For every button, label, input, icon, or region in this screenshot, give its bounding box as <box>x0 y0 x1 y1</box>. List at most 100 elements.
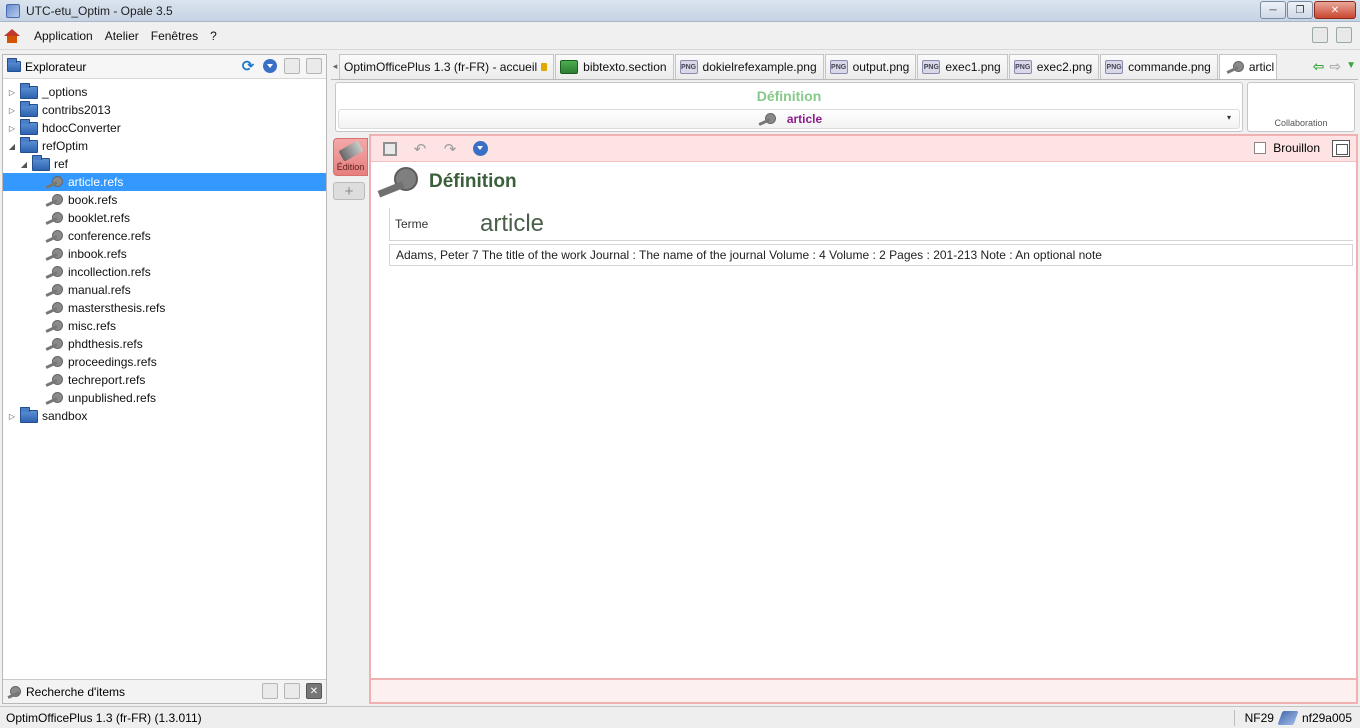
tab-exec1-png[interactable]: PNG exec1.png <box>917 54 1008 79</box>
pencil-icon <box>337 140 364 162</box>
redo-icon[interactable]: ↷ <box>441 140 459 158</box>
maximize-panel-icon[interactable] <box>306 58 322 74</box>
expand-icon[interactable]: ▷ <box>7 88 17 97</box>
tree-item-contribs2013[interactable]: ▷ contribs2013 <box>3 100 326 119</box>
tree-item-misc-refs[interactable]: misc.refs <box>3 317 326 335</box>
options-dropdown-icon[interactable] <box>262 58 278 74</box>
tree-item-manual-refs[interactable]: manual.refs <box>3 281 326 299</box>
tab-dokielrefexample-png[interactable]: PNG dokielrefexample.png <box>674 54 824 79</box>
app-icon <box>6 3 20 18</box>
search-items-title[interactable]: Recherche d'items <box>26 685 125 699</box>
tab-edition[interactable]: Édition <box>333 138 368 176</box>
chevron-down-icon[interactable]: ▾ <box>1227 113 1231 122</box>
tab-edition-label: Édition <box>336 162 365 172</box>
tree-item-article-refs[interactable]: article.refs <box>3 173 326 191</box>
tree-item-label: sandbox <box>42 409 88 423</box>
menu-atelier[interactable]: Atelier <box>99 29 145 43</box>
maximize-button[interactable]: ❐ <box>1287 1 1313 19</box>
search-tool-icon[interactable] <box>1312 27 1328 43</box>
forward-arrow-icon[interactable]: ⇨ <box>1329 57 1341 75</box>
collaboration-panel[interactable]: Collaboration <box>1247 82 1355 132</box>
search-panel-tools: ✕ <box>262 683 322 699</box>
back-arrow-icon[interactable]: ⇦ <box>1313 57 1325 75</box>
undo-icon[interactable]: ↶ <box>411 140 429 158</box>
png-file-icon: PNG <box>1105 60 1124 74</box>
collapse-icon[interactable]: ◢ <box>19 160 29 169</box>
folder-icon <box>20 406 38 423</box>
tree-item-inbook-refs[interactable]: inbook.refs <box>3 245 326 263</box>
tree-item-ref[interactable]: ◢ ref <box>3 154 326 173</box>
definition-content[interactable]: Adams, Peter 7 The title of the work Jou… <box>389 244 1353 266</box>
tree-item-options[interactable]: ▷ _options <box>3 82 326 101</box>
tab-label: output.png <box>852 60 910 74</box>
home-icon[interactable] <box>4 28 20 43</box>
term-value[interactable]: article <box>480 210 544 238</box>
expand-icon[interactable]: ▷ <box>7 412 17 421</box>
folder-icon <box>20 82 38 99</box>
tab-output-png[interactable]: PNG output.png <box>824 54 917 79</box>
tree-item-techreport-refs[interactable]: techreport.refs <box>3 371 326 389</box>
close-button[interactable]: ✕ <box>1314 1 1356 19</box>
tree-item-unpublished-refs[interactable]: unpublished.refs <box>3 389 326 407</box>
key-icon <box>45 392 63 404</box>
folder-icon <box>20 100 38 117</box>
tree-item-label: incollection.refs <box>68 265 151 279</box>
tab-bibtexto-section[interactable]: bibtexto.section <box>555 54 674 79</box>
expand-icon[interactable]: ▷ <box>7 124 17 133</box>
add-view-button[interactable]: + <box>333 182 365 200</box>
item-selector[interactable]: article ▾ <box>338 109 1240 129</box>
tab-commande-png[interactable]: PNG commande.png <box>1100 54 1218 79</box>
save-icon[interactable] <box>381 140 399 158</box>
tree-item-proceedings-refs[interactable]: proceedings.refs <box>3 353 326 371</box>
refresh-icon[interactable]: ⟳ <box>240 58 256 75</box>
tree-item-label: proceedings.refs <box>68 355 157 369</box>
item-header: Définition article ▾ <box>335 82 1243 132</box>
tab-strip: ◂ OptimOfficePlus 1.3 (fr-FR) - accueil … <box>331 54 1358 80</box>
tree-item-sandbox[interactable]: ▷ sandbox <box>3 406 326 425</box>
tree-item-label: article.refs <box>68 175 124 189</box>
tree-item-hdocconverter[interactable]: ▷ hdocConverter <box>3 118 326 137</box>
key-icon <box>45 266 63 278</box>
explorer-header: Explorateur ⟳ <box>3 55 326 79</box>
term-field[interactable]: Terme article <box>389 208 1353 241</box>
tree-item-mastersthesis-refs[interactable]: mastersthesis.refs <box>3 299 326 317</box>
folder-open-icon <box>32 154 50 171</box>
tree-item-booklet-refs[interactable]: booklet.refs <box>3 209 326 227</box>
collapse-icon[interactable]: ◢ <box>7 142 17 151</box>
options-dropdown-icon[interactable] <box>471 140 489 158</box>
tree-item-label: booklet.refs <box>68 211 131 225</box>
maximize-editor-icon[interactable] <box>1332 140 1350 157</box>
window-title: UTC-etu_Optim - Opale 3.5 <box>26 3 173 18</box>
minimize-panel-icon[interactable] <box>262 683 278 699</box>
term-label: Terme <box>395 217 429 231</box>
close-panel-icon[interactable]: ✕ <box>306 683 322 699</box>
feather-icon <box>1277 711 1299 725</box>
tab-article[interactable]: articl <box>1218 54 1278 79</box>
draft-checkbox[interactable] <box>1254 142 1267 154</box>
definition-heading: Définition <box>375 167 517 197</box>
tree-item-conference-refs[interactable]: conference.refs <box>3 227 326 245</box>
maximize-panel-icon[interactable] <box>284 683 300 699</box>
search-items-panel: Recherche d'items ✕ <box>3 679 326 703</box>
tree-item-phdthesis-refs[interactable]: phdthesis.refs <box>3 335 326 353</box>
draft-toggle[interactable]: Brouillon <box>1254 141 1320 155</box>
title-bar: UTC-etu_Optim - Opale 3.5 ─ ❐ ✕ <box>0 0 1360 22</box>
minimize-button[interactable]: ─ <box>1260 1 1286 19</box>
tab-list-icon[interactable]: ▼ <box>1346 57 1356 75</box>
tab-scroll-left-icon[interactable]: ◂ <box>331 54 339 79</box>
key-icon <box>45 320 63 332</box>
minimize-panel-icon[interactable] <box>284 58 300 74</box>
menu-application[interactable]: Application <box>28 29 99 43</box>
tree-item-incollection-refs[interactable]: incollection.refs <box>3 263 326 281</box>
tab-exec2-png[interactable]: PNG exec2.png <box>1008 54 1100 79</box>
menu-help[interactable]: ? <box>204 29 223 43</box>
document-tool-icon[interactable] <box>1336 27 1352 43</box>
menu-fenetres[interactable]: Fenêtres <box>145 29 204 43</box>
tab-accueil[interactable]: OptimOfficePlus 1.3 (fr-FR) - accueil <box>339 54 555 79</box>
tree-item-book-refs[interactable]: book.refs <box>3 191 326 209</box>
tree-item-label: refOptim <box>42 139 89 153</box>
tree-item-label: misc.refs <box>68 319 116 333</box>
expand-icon[interactable]: ▷ <box>7 106 17 115</box>
tab-label: OptimOfficePlus 1.3 (fr-FR) - accueil <box>344 60 538 74</box>
tree-item-refoptim[interactable]: ◢ refOptim <box>3 136 326 155</box>
